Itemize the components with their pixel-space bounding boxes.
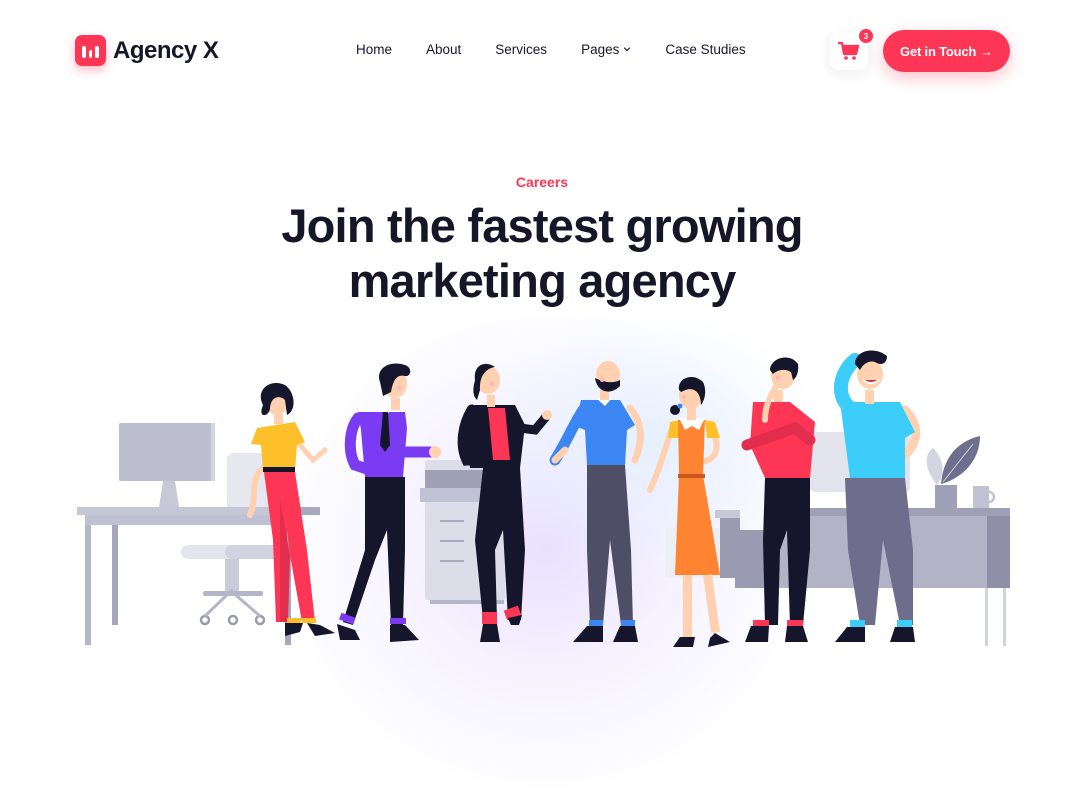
shopping-cart-icon bbox=[838, 41, 860, 60]
cart-button[interactable]: 3 bbox=[830, 29, 873, 70]
nav-label: Pages bbox=[581, 42, 620, 57]
arrow-right-icon: → bbox=[980, 43, 993, 59]
logo[interactable]: Agency X bbox=[75, 35, 219, 66]
person-blue-shirt bbox=[549, 361, 644, 642]
bar-chart-icon bbox=[75, 35, 106, 66]
cart-count-badge: 3 bbox=[859, 29, 873, 43]
site-header: Agency X Home About Services Pages Case … bbox=[0, 0, 1084, 100]
nav-services[interactable]: Services bbox=[495, 42, 547, 57]
person-cyan-shirt bbox=[834, 350, 921, 642]
get-in-touch-button[interactable]: Get in Touch → bbox=[883, 30, 1010, 72]
cta-label: Get in Touch bbox=[900, 43, 977, 59]
page-title: Join the fastest growing marketing agenc… bbox=[0, 198, 1084, 308]
main-nav: Home About Services Pages Case Studies bbox=[356, 42, 780, 57]
nav-label: Case Studies bbox=[665, 42, 746, 57]
title-line-2: marketing agency bbox=[348, 254, 737, 307]
section-eyebrow: Careers bbox=[515, 174, 569, 190]
team-illustration bbox=[77, 350, 1010, 647]
chevron-down-icon bbox=[624, 46, 631, 51]
nav-home[interactable]: Home bbox=[356, 42, 392, 57]
nav-label: Services bbox=[495, 42, 548, 57]
person-red-shirt bbox=[741, 357, 816, 642]
title-line-1: Join the fastest growing bbox=[281, 199, 803, 252]
nav-case-studies[interactable]: Case Studies bbox=[665, 42, 745, 57]
nav-pages[interactable]: Pages bbox=[581, 42, 631, 57]
nav-label: About bbox=[426, 42, 462, 57]
brand-name: Agency X bbox=[113, 36, 219, 64]
nav-label: Home bbox=[356, 42, 393, 57]
nav-about[interactable]: About bbox=[426, 42, 461, 57]
